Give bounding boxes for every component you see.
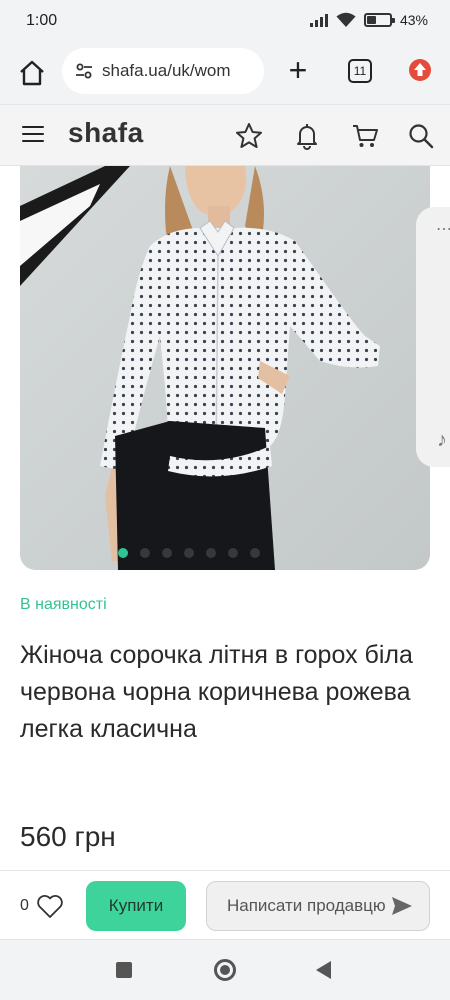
address-bar[interactable]: shafa.ua/uk/wom	[62, 48, 264, 94]
gallery-dot[interactable]	[140, 548, 150, 558]
update-icon[interactable]	[408, 58, 432, 82]
heart-icon[interactable]	[36, 893, 64, 919]
home-button[interactable]	[214, 959, 236, 981]
url-text: shafa.ua/uk/wom	[102, 61, 231, 80]
site-settings-icon[interactable]	[74, 61, 94, 81]
buy-button[interactable]: Купити	[86, 881, 186, 931]
signal-icon	[309, 13, 328, 27]
product-gallery[interactable]	[20, 166, 430, 570]
battery-percent: 43%	[399, 12, 428, 28]
new-tab-button[interactable]: +	[282, 52, 314, 88]
recents-button[interactable]	[116, 962, 132, 978]
product-title: Жіноча сорочка літня в горох біла червон…	[20, 641, 413, 743]
browser-toolbar: shafa.ua/uk/wom + 11	[0, 42, 450, 104]
search-icon[interactable]	[406, 121, 436, 151]
message-seller-button[interactable]: Написати продавцю	[206, 881, 430, 931]
message-seller-label: Написати продавцю	[227, 896, 386, 915]
gallery-dot[interactable]	[206, 548, 216, 558]
gallery-dot[interactable]	[162, 548, 172, 558]
status-indicators: 43%	[309, 12, 428, 28]
battery-icon	[363, 13, 395, 27]
product-photo	[20, 166, 430, 570]
back-button[interactable]	[316, 961, 331, 979]
music-icon[interactable]: ♪	[437, 429, 447, 452]
gallery-dot[interactable]	[250, 548, 260, 558]
like-count: 0	[20, 897, 29, 914]
tabs-icon[interactable]: 11	[348, 59, 372, 83]
site-header: shafa	[0, 104, 450, 166]
floating-side-panel[interactable]: ⋯ ♪	[416, 207, 450, 467]
gallery-dot[interactable]	[228, 548, 238, 558]
bell-icon[interactable]	[292, 121, 322, 151]
system-navigation-bar	[0, 940, 450, 1000]
availability-status: В наявності	[20, 596, 107, 613]
gallery-dot[interactable]	[184, 548, 194, 558]
menu-icon[interactable]	[22, 126, 44, 144]
action-bar: 0 Купити Написати продавцю	[0, 870, 450, 940]
gallery-indicators	[20, 548, 430, 558]
star-icon[interactable]	[234, 121, 264, 151]
wifi-icon	[336, 12, 356, 27]
site-logo[interactable]: shafa	[68, 117, 144, 149]
gallery-dot[interactable]	[118, 548, 128, 558]
more-icon[interactable]: ⋯	[436, 219, 450, 239]
cart-icon[interactable]	[350, 121, 380, 151]
product-price: 560 грн	[20, 821, 116, 852]
home-icon[interactable]	[14, 55, 50, 91]
send-icon	[392, 897, 412, 915]
status-bar: 1:00 43%	[0, 0, 450, 42]
status-time: 1:00	[26, 12, 58, 29]
plus-icon: +	[288, 52, 308, 88]
